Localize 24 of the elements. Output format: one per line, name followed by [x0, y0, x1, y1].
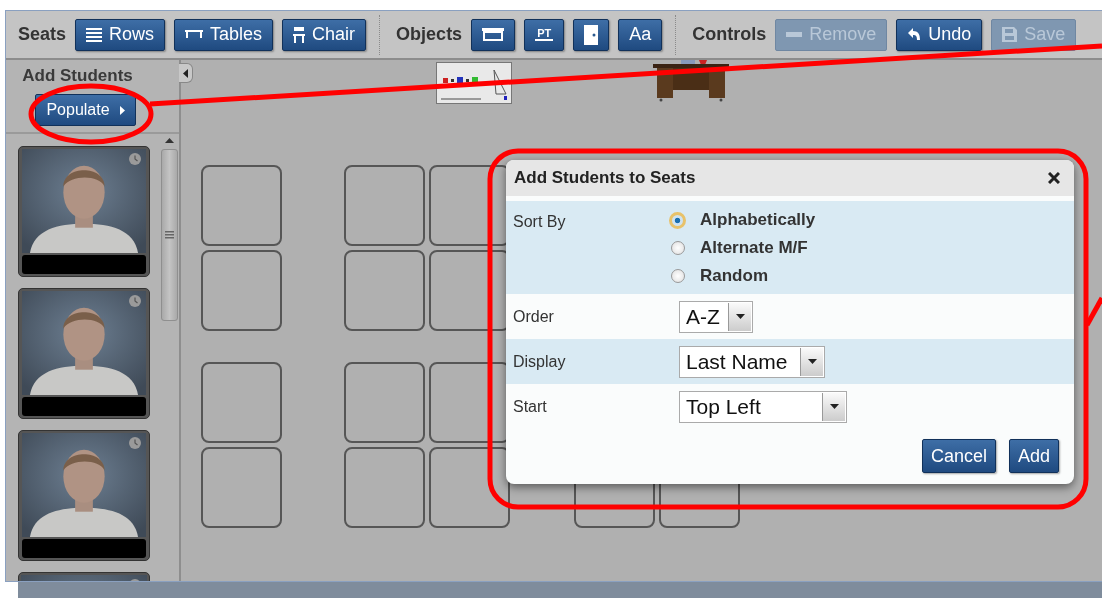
dropdown[interactable]: A-Z	[679, 300, 753, 333]
field-label: Display	[513, 352, 567, 371]
panel-title: Add Students	[22, 66, 133, 86]
populate-button[interactable]: Populate	[35, 94, 136, 126]
dropdown[interactable]: Top Left	[679, 390, 847, 423]
toolbar-group-label: Seats	[18, 24, 67, 45]
tables-button[interactable]: Tables	[174, 18, 274, 51]
dialog-button[interactable]: Cancel	[921, 439, 996, 473]
field-label: Start	[513, 397, 548, 416]
dialog-title: Add Students to Seats	[514, 168, 696, 188]
dropdown[interactable]: Last Name	[679, 345, 825, 378]
option-label: Alphabetically	[700, 210, 816, 230]
option-label: Random	[700, 266, 768, 286]
field-label: Order	[513, 307, 555, 326]
chair-button[interactable]: Chair	[282, 18, 367, 51]
toolbar-group-label: Controls	[692, 24, 767, 45]
rows-button[interactable]: Rows	[75, 18, 166, 51]
field-label: Sort By	[513, 212, 567, 231]
projector-button[interactable]: PT	[524, 18, 565, 51]
option-label: Alternate M/F	[700, 238, 808, 258]
undo-button[interactable]: Undo	[896, 18, 983, 51]
text-button[interactable]: Aa	[618, 18, 663, 51]
dialog-button[interactable]: Add	[1008, 439, 1059, 473]
toolbar-group-label: Objects	[396, 24, 463, 45]
